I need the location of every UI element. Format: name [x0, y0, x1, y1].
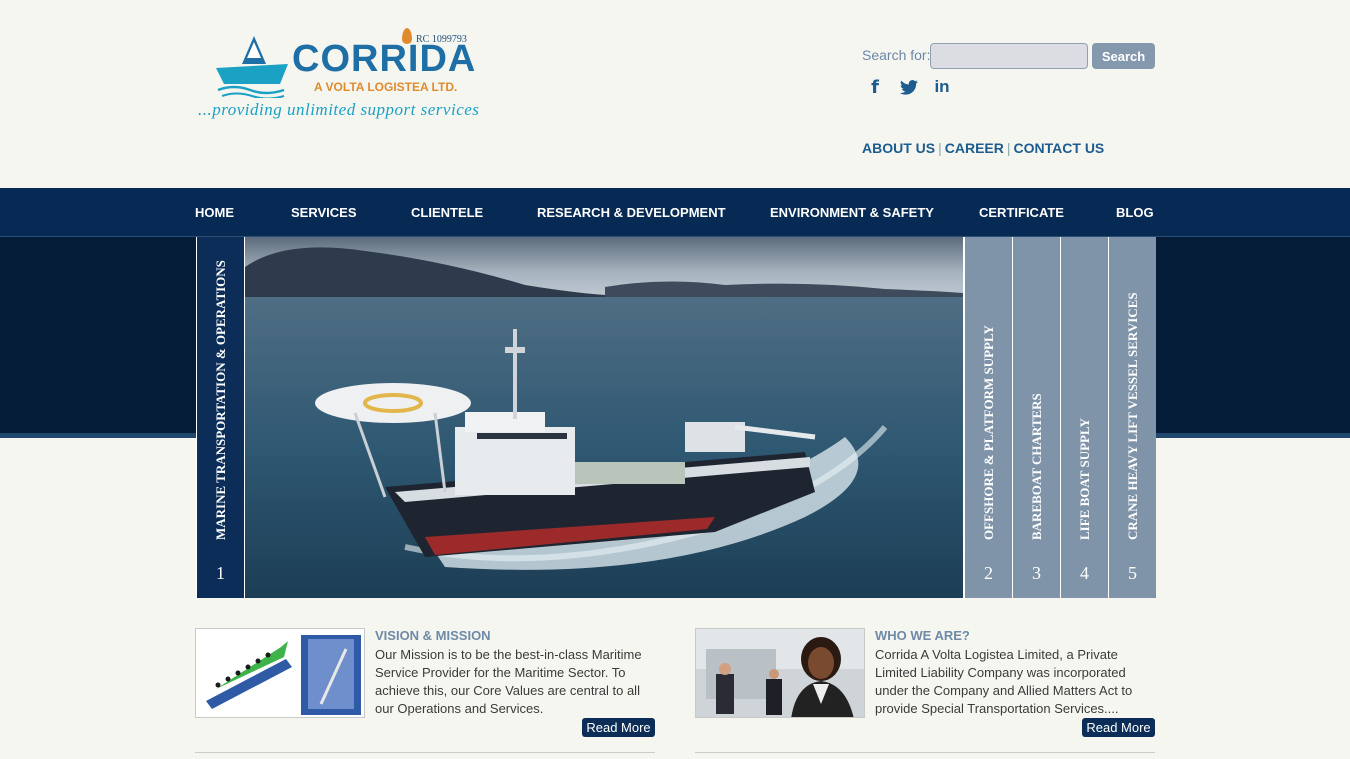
nav-clientele[interactable]: CLIENTELE — [411, 188, 483, 237]
nav-environment-safety[interactable]: ENVIRONMENT & SAFETY — [770, 188, 934, 237]
nav-research-development[interactable]: RESEARCH & DEVELOPMENT — [537, 188, 726, 237]
who-we-are-text: Corrida A Volta Logistea Limited, a Priv… — [875, 647, 1133, 716]
logo-brand: CORRIDA — [292, 38, 477, 80]
facebook-icon[interactable]: f — [866, 76, 884, 98]
vision-mission-text: Our Mission is to be the best-in-class M… — [375, 647, 642, 716]
slider-tab-label: LIFE BOAT SUPPLY — [1076, 418, 1092, 540]
linkedin-icon[interactable]: in — [931, 76, 953, 98]
divider — [195, 752, 655, 753]
slider-tab-label: OFFSHORE & PLATFORM SUPPLY — [980, 325, 996, 540]
who-read-more-button[interactable]: Read More — [1082, 718, 1155, 737]
slider-tab-1[interactable]: MARINE TRANSPORTATION & OPERATIONS 1 — [197, 237, 244, 598]
slider-tab-number: 4 — [1080, 563, 1089, 583]
search-input[interactable] — [930, 43, 1088, 69]
main-nav: HOME SERVICES CLIENTELE RESEARCH & DEVEL… — [0, 188, 1350, 237]
logo-subtitle: A VOLTA LOGISTEA LTD. — [314, 80, 458, 94]
slider-tab-4[interactable]: LIFE BOAT SUPPLY 4 — [1061, 237, 1108, 598]
slider-tab-label: BAREBOAT CHARTERS — [1028, 393, 1044, 540]
slider-tab-number: 1 — [216, 563, 225, 583]
nav-certificate[interactable]: CERTIFICATE — [979, 188, 1064, 237]
slider-tab-5[interactable]: CRANE HEAVY LIFT VESSEL SERVICES 5 — [1109, 237, 1156, 598]
nav-services[interactable]: SERVICES — [291, 188, 357, 237]
slider-tab-number: 3 — [1032, 563, 1041, 583]
who-we-are-panel: WHO WE ARE? Corrida A Volta Logistea Lim… — [695, 628, 1155, 743]
slider-tab-3[interactable]: BAREBOAT CHARTERS 3 — [1013, 237, 1060, 598]
slider-tab-number: 5 — [1128, 563, 1137, 583]
growth-chart-image — [195, 628, 365, 718]
slider-tab-number: 2 — [984, 563, 993, 583]
contact-us-link[interactable]: CONTACT US — [1014, 140, 1105, 156]
ship-logo-icon — [216, 36, 288, 98]
search-button[interactable]: Search — [1092, 43, 1155, 69]
nav-blog[interactable]: BLOG — [1116, 188, 1154, 237]
service-slider: MARINE TRANSPORTATION & OPERATIONS 1 OFF… — [196, 237, 1156, 598]
site-logo[interactable]: RC 1099793 CORRIDA A VOLTA LOGISTEA LTD.… — [196, 26, 496, 126]
vision-mission-title: VISION & MISSION — [375, 628, 491, 643]
business-people-image — [695, 628, 865, 718]
slider-tab-label: MARINE TRANSPORTATION & OPERATIONS — [212, 260, 228, 540]
twitter-icon[interactable] — [898, 76, 920, 98]
vision-mission-panel: VISION & MISSION Our Mission is to be th… — [195, 628, 655, 743]
nav-home[interactable]: HOME — [195, 188, 234, 237]
about-us-link[interactable]: ABOUT US — [862, 140, 935, 156]
top-links: ABOUT US | CAREER | CONTACT US — [862, 140, 1105, 156]
search-label: Search for: — [862, 47, 931, 63]
slider-tab-2[interactable]: OFFSHORE & PLATFORM SUPPLY 2 — [965, 237, 1012, 598]
who-we-are-title: WHO WE ARE? — [875, 628, 970, 643]
logo-tagline: ...providing unlimited support services — [198, 100, 480, 119]
career-link[interactable]: CAREER — [945, 140, 1004, 156]
vision-read-more-button[interactable]: Read More — [582, 718, 655, 737]
divider — [695, 752, 1155, 753]
hero-ship-image — [245, 237, 963, 598]
slider-tab-label: CRANE HEAVY LIFT VESSEL SERVICES — [1124, 292, 1140, 540]
